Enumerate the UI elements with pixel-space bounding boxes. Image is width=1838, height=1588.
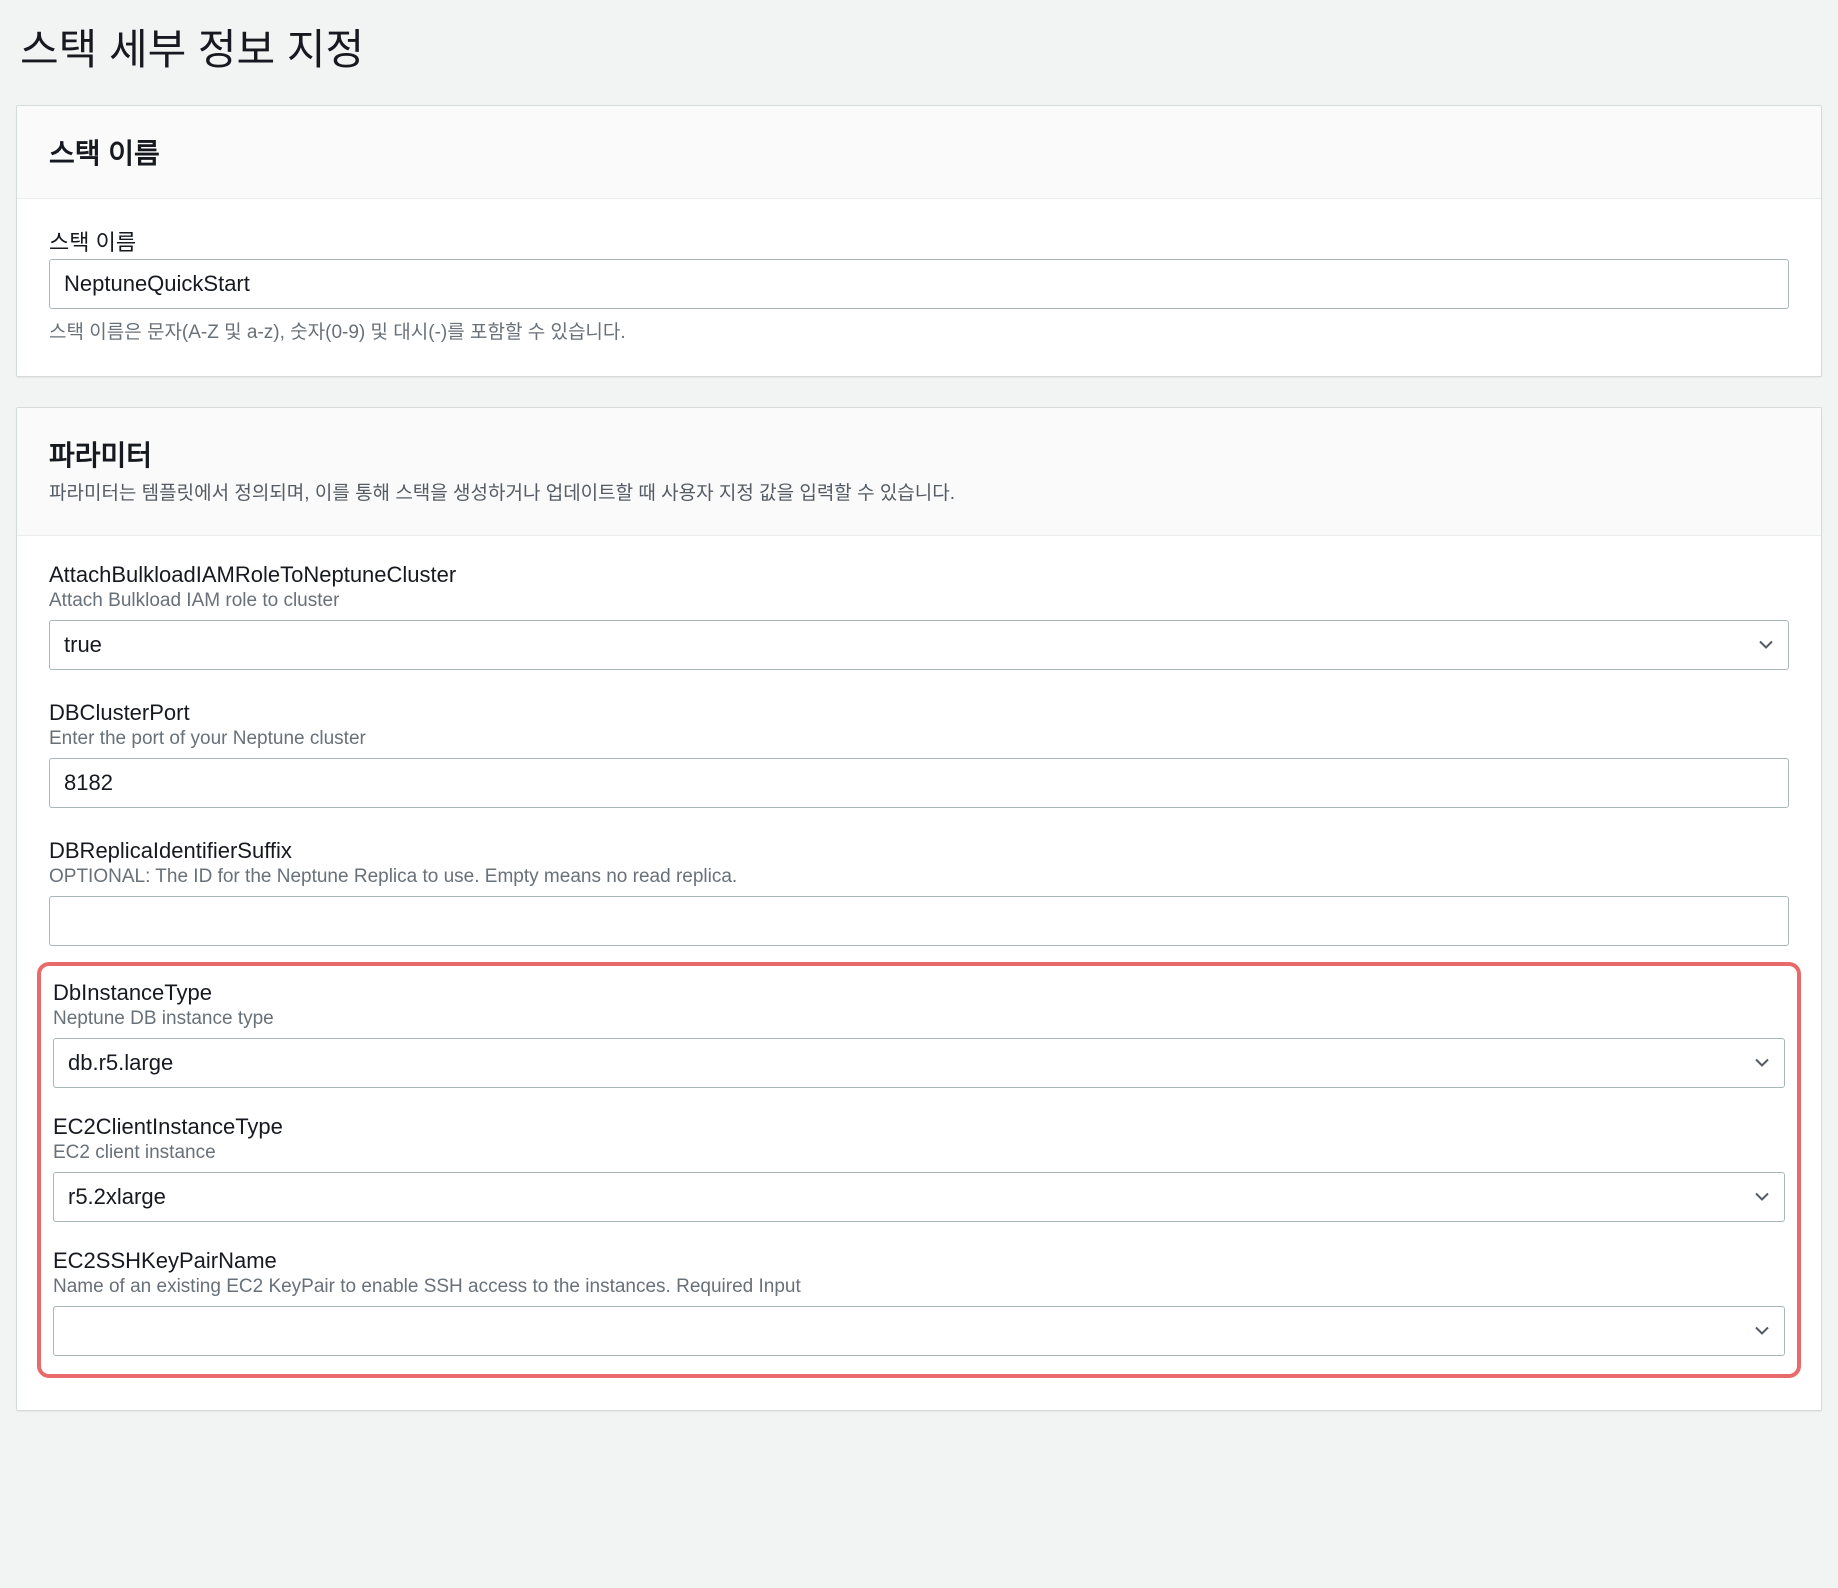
help-attach-bulkload: Attach Bulkload IAM role to cluster (49, 590, 1789, 612)
field-attach-bulkload: AttachBulkloadIAMRoleToNeptuneCluster At… (49, 562, 1789, 670)
select-db-instance-type[interactable]: db.r5.large (53, 1038, 1785, 1088)
help-db-replica-id-suffix: OPTIONAL: The ID for the Neptune Replica… (49, 866, 1789, 888)
label-ec2-client-instance-type: EC2ClientInstanceType (53, 1114, 1785, 1140)
panel-parameters: 파라미터 파라미터는 템플릿에서 정의되며, 이를 통해 스택을 생성하거나 업… (16, 407, 1822, 1411)
input-stack-name[interactable] (49, 259, 1789, 309)
help-ec2-ssh-keypair-name: Name of an existing EC2 KeyPair to enabl… (53, 1276, 1785, 1298)
select-ec2-client-instance-type[interactable]: r5.2xlarge (53, 1172, 1785, 1222)
panel-title-parameters: 파라미터 (49, 434, 1789, 474)
label-db-replica-id-suffix: DBReplicaIdentifierSuffix (49, 838, 1789, 864)
input-db-cluster-port[interactable] (49, 758, 1789, 808)
label-attach-bulkload: AttachBulkloadIAMRoleToNeptuneCluster (49, 562, 1789, 588)
help-ec2-client-instance-type: EC2 client instance (53, 1142, 1785, 1164)
field-ec2-client-instance-type: EC2ClientInstanceType EC2 client instanc… (53, 1114, 1785, 1222)
help-db-cluster-port: Enter the port of your Neptune cluster (49, 728, 1789, 750)
field-db-replica-id-suffix: DBReplicaIdentifierSuffix OPTIONAL: The … (49, 838, 1789, 946)
help-db-instance-type: Neptune DB instance type (53, 1008, 1785, 1030)
page-title: 스택 세부 정보 지정 (20, 16, 1822, 77)
label-db-instance-type: DbInstanceType (53, 980, 1785, 1006)
panel-title-stack-name: 스택 이름 (49, 132, 1789, 172)
field-db-instance-type: DbInstanceType Neptune DB instance type … (53, 980, 1785, 1088)
label-db-cluster-port: DBClusterPort (49, 700, 1789, 726)
input-db-replica-id-suffix[interactable] (49, 896, 1789, 946)
highlight-annotation: DbInstanceType Neptune DB instance type … (37, 962, 1801, 1378)
select-ec2-ssh-keypair-name[interactable] (53, 1306, 1785, 1356)
field-stack-name: 스택 이름 스택 이름은 문자(A-Z 및 a-z), 숫자(0-9) 및 대시… (49, 225, 1789, 344)
field-db-cluster-port: DBClusterPort Enter the port of your Nep… (49, 700, 1789, 808)
panel-stack-name: 스택 이름 스택 이름 스택 이름은 문자(A-Z 및 a-z), 숫자(0-9… (16, 105, 1822, 377)
label-ec2-ssh-keypair-name: EC2SSHKeyPairName (53, 1248, 1785, 1274)
hint-stack-name: 스택 이름은 문자(A-Z 및 a-z), 숫자(0-9) 및 대시(-)를 포… (49, 317, 1789, 344)
label-stack-name: 스택 이름 (49, 225, 1789, 257)
select-attach-bulkload[interactable]: true (49, 620, 1789, 670)
panel-subtitle-parameters: 파라미터는 템플릿에서 정의되며, 이를 통해 스택을 생성하거나 업데이트할 … (49, 480, 1789, 509)
panel-header-parameters: 파라미터 파라미터는 템플릿에서 정의되며, 이를 통해 스택을 생성하거나 업… (17, 408, 1821, 536)
field-ec2-ssh-keypair-name: EC2SSHKeyPairName Name of an existing EC… (53, 1248, 1785, 1356)
panel-header-stack-name: 스택 이름 (17, 106, 1821, 199)
